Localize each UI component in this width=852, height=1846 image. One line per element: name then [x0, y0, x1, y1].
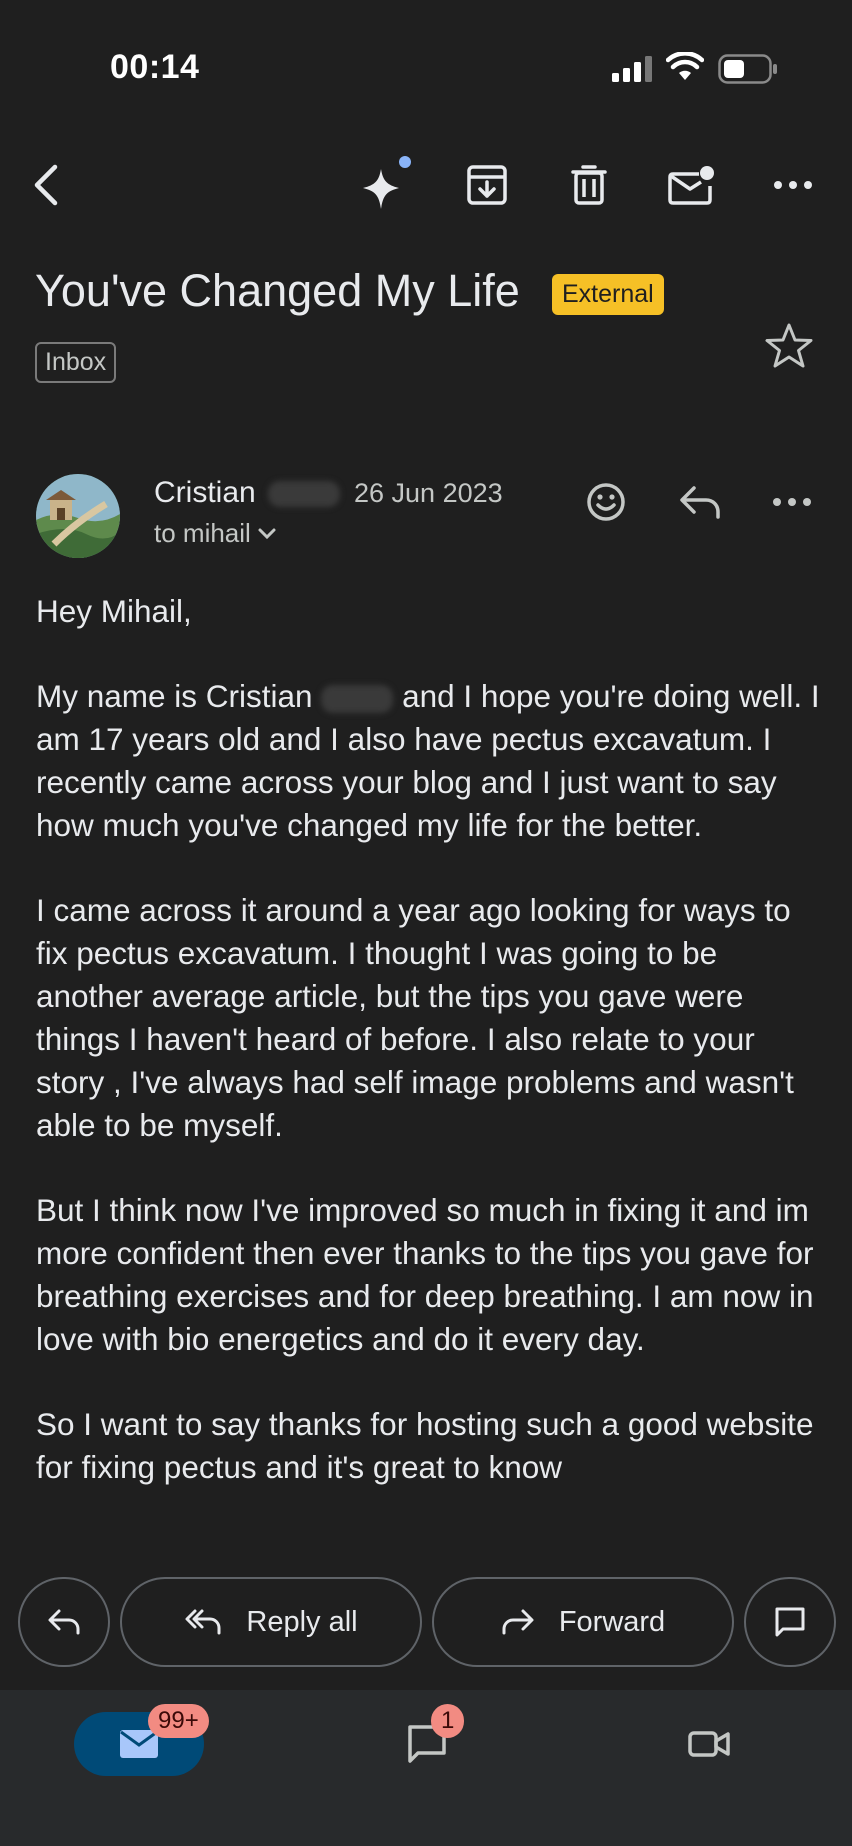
reply-all-button[interactable]: Reply all	[120, 1577, 422, 1667]
email-subject: You've Changed My Life	[35, 265, 520, 316]
mark-unread-button[interactable]	[656, 150, 726, 220]
bottom-navigation: 99+ 1	[0, 1690, 852, 1846]
archive-button[interactable]	[452, 150, 522, 220]
chat-unread-badge: 1	[431, 1704, 465, 1738]
forward-label: Forward	[558, 1605, 666, 1638]
gemini-summary-button[interactable]	[350, 150, 420, 220]
delete-icon	[571, 165, 607, 205]
more-icon	[773, 498, 811, 506]
sender-name[interactable]: Cristian	[154, 476, 340, 510]
video-camera-icon	[688, 1731, 730, 1757]
inbox-label-chip[interactable]: Inbox	[35, 342, 117, 383]
reply-button[interactable]	[668, 470, 732, 534]
more-icon	[774, 181, 812, 189]
redacted-surname	[321, 684, 394, 713]
reply-all-icon	[185, 1609, 221, 1635]
email-date: 26 Jun 2023	[354, 478, 503, 508]
message-bubble-icon	[775, 1607, 805, 1637]
battery-icon	[718, 54, 777, 84]
archive-icon	[467, 165, 507, 205]
mark-unread-icon	[668, 166, 714, 205]
body-paragraph-2: I came across it around a year ago looki…	[36, 892, 794, 1143]
chat-reply-button[interactable]	[744, 1577, 836, 1667]
to-line-text: to mihail	[154, 518, 251, 548]
forward-icon	[502, 1609, 534, 1635]
sparkle-icon	[363, 156, 411, 209]
body-paragraph-3: But I think now I've improved so much in…	[36, 1192, 814, 1357]
nav-chat[interactable]	[362, 1712, 492, 1776]
reply-all-label: Reply all	[246, 1605, 358, 1638]
body-p1-start: My name is Cristian	[36, 678, 313, 714]
back-button[interactable]	[12, 150, 82, 220]
more-options-button[interactable]	[758, 150, 828, 220]
back-icon	[34, 164, 58, 206]
email-toolbar	[0, 150, 852, 230]
reply-actions-bar: Reply all Forward	[0, 1577, 852, 1671]
nav-meet[interactable]	[644, 1712, 774, 1776]
signal-icon	[612, 56, 652, 82]
sender-avatar[interactable]	[36, 474, 120, 558]
status-bar: 00:14	[0, 0, 852, 130]
emoji-icon	[587, 483, 625, 521]
body-greeting: Hey Mihail,	[36, 593, 192, 629]
star-icon[interactable]	[764, 322, 814, 370]
recipient-details-toggle[interactable]: to mihail	[154, 518, 277, 549]
wifi-icon	[666, 52, 704, 80]
mail-unread-badge: 99+	[148, 1704, 209, 1738]
email-body: Hey Mihail, My name is Cristian and I ho…	[36, 590, 826, 1558]
redacted-surname	[267, 481, 340, 508]
body-paragraph-4: So I want to say thanks for hosting such…	[36, 1406, 814, 1485]
message-more-button[interactable]	[760, 470, 824, 534]
sender-name-text: Cristian	[154, 476, 256, 509]
reply-icon	[48, 1609, 80, 1635]
reply-icon	[680, 486, 720, 519]
external-badge: External	[552, 274, 664, 315]
delete-button[interactable]	[554, 150, 624, 220]
forward-button[interactable]: Forward	[432, 1577, 734, 1667]
status-time: 00:14	[110, 48, 200, 86]
add-reaction-button[interactable]	[574, 470, 638, 534]
body-paragraph-1: My name is Cristian and I hope you're do…	[36, 675, 826, 847]
reply-action-button[interactable]	[18, 1577, 110, 1667]
chevron-down-icon	[258, 528, 276, 539]
